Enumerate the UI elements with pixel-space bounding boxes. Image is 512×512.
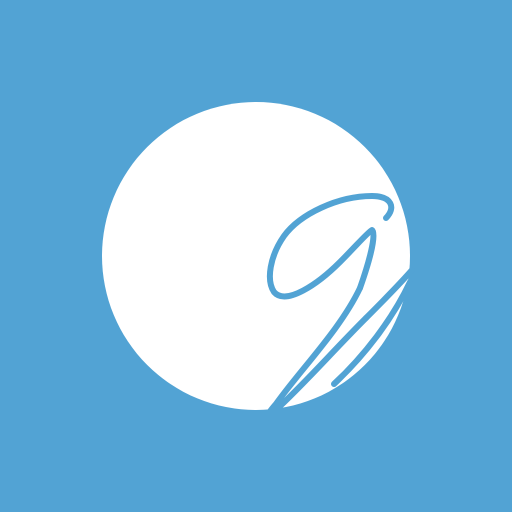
logo-svg xyxy=(0,0,512,512)
app-icon xyxy=(0,0,512,512)
white-circle xyxy=(102,102,410,410)
